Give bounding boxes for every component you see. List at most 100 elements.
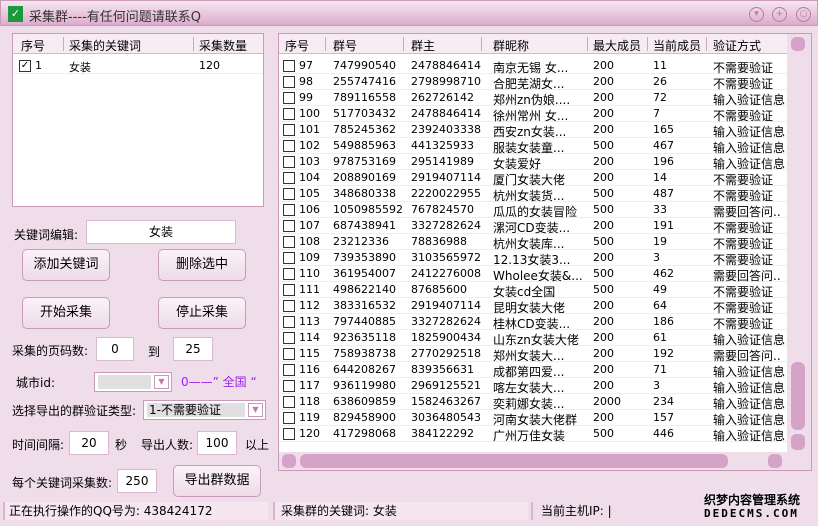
row-index: 101: [299, 123, 320, 136]
col-max-members[interactable]: 最大成员: [593, 37, 641, 54]
row-checkbox[interactable]: [283, 252, 295, 264]
row-index: 114: [299, 331, 320, 344]
owner: 2770292518: [411, 347, 481, 360]
scroll-right-button[interactable]: [768, 454, 782, 468]
group-row[interactable]: 109 739353890 3103565972 12.13女装3... 200 3 不需要…: [279, 250, 787, 267]
max-members: 200: [593, 171, 614, 184]
group-row[interactable]: 118 638609859 1582463267 奕莉娜女装... 2000 234 输入验…: [279, 394, 787, 411]
row-checkbox[interactable]: [283, 300, 295, 312]
group-row[interactable]: 120 417298068 384122292 广州万佳女装 500 446 输入验证信息: [279, 426, 787, 443]
col-group-name[interactable]: 群昵称: [493, 37, 529, 54]
scroll-up-button[interactable]: [791, 37, 805, 51]
group-row[interactable]: 98 255747416 2798998710 合肥芜湖女... 200 26 不需要验证: [279, 74, 787, 91]
row-checkbox[interactable]: [283, 60, 295, 72]
per-keyword-input[interactable]: 250: [117, 469, 157, 493]
verify-type-value: 1-不需要验证: [147, 403, 245, 417]
horizontal-scrollbar[interactable]: [279, 452, 811, 470]
row-checkbox[interactable]: [283, 284, 295, 296]
row-checkbox[interactable]: [283, 140, 295, 152]
group-row[interactable]: 106 1050985592 767824570 瓜瓜的女装冒险 500 33 需要回答问.…: [279, 202, 787, 219]
group-row[interactable]: 103 978753169 295141989 女装爱好 200 196 输入验证信息: [279, 154, 787, 171]
interval-input[interactable]: 20: [69, 431, 109, 455]
start-collect-button[interactable]: 开始采集: [22, 297, 110, 329]
export-count-input[interactable]: 100: [197, 431, 237, 455]
max-members: 200: [593, 347, 614, 360]
group-row[interactable]: 119 829458900 3036480543 河南女装大佬群 200 157 输入验证信…: [279, 410, 787, 427]
row-checkbox[interactable]: [283, 108, 295, 120]
row-checkbox[interactable]: [283, 204, 295, 216]
menu-dropdown-icon[interactable]: ▾: [749, 7, 764, 22]
row-checkbox[interactable]: [283, 156, 295, 168]
group-row[interactable]: 104 208890169 2919407114 厦门女装大佬 200 14 不需要验证: [279, 170, 787, 187]
scroll-left-button[interactable]: [282, 454, 296, 468]
keyword-checkbox[interactable]: ✓: [19, 60, 31, 72]
group-row[interactable]: 113 797440885 3327282624 桂林CD变装... 200 186 不需要…: [279, 314, 787, 331]
stop-collect-button[interactable]: 停止采集: [158, 297, 246, 329]
verify-type-select[interactable]: 1-不需要验证 ▼: [143, 400, 266, 420]
add-keyword-button[interactable]: 添加关键词: [22, 249, 110, 281]
row-checkbox[interactable]: [283, 332, 295, 344]
owner: 3327282624: [411, 219, 481, 232]
row-checkbox[interactable]: [283, 268, 295, 280]
horizontal-scroll-thumb[interactable]: [300, 454, 728, 468]
row-checkbox[interactable]: [283, 172, 295, 184]
minimize-icon[interactable]: +: [772, 7, 787, 22]
row-checkbox[interactable]: [283, 428, 295, 440]
row-checkbox[interactable]: [283, 236, 295, 248]
group-row[interactable]: 97 747990540 2478846414 南京无锡 女... 200 11 不需要验证: [279, 58, 787, 75]
row-checkbox[interactable]: [283, 124, 295, 136]
keyword-row[interactable]: ✓ 1 女装 120: [13, 58, 263, 74]
owner: 767824570: [411, 203, 474, 216]
row-checkbox[interactable]: [283, 364, 295, 376]
max-members: 200: [593, 315, 614, 328]
row-checkbox[interactable]: [283, 92, 295, 104]
row-checkbox[interactable]: [283, 316, 295, 328]
row-index: 106: [299, 203, 320, 216]
row-checkbox[interactable]: [283, 76, 295, 88]
row-checkbox[interactable]: [283, 396, 295, 408]
group-row[interactable]: 100 517703432 2478846414 徐州常州 女... 200 7 不需要验证: [279, 106, 787, 123]
page-to-input[interactable]: 25: [173, 337, 213, 361]
export-groups-button[interactable]: 导出群数据: [173, 465, 261, 497]
group-row[interactable]: 99 789116558 262726142 郑州zn伪娘.... 200 72 输入验证信…: [279, 90, 787, 107]
vertical-scrollbar[interactable]: [787, 34, 811, 454]
group-number: 417298068: [333, 427, 396, 440]
col-owner[interactable]: 群主: [411, 37, 435, 54]
group-row[interactable]: 111 498622140 87685600 女装cd全国 500 49 不需要验证: [279, 282, 787, 299]
row-checkbox[interactable]: [283, 380, 295, 392]
group-row[interactable]: 112 383316532 2919407114 昆明女装大佬 200 64 不需要验证: [279, 298, 787, 315]
col-index[interactable]: 序号: [285, 37, 309, 54]
current-members: 14: [653, 171, 667, 184]
col-group-number[interactable]: 群号: [333, 37, 357, 54]
owner: 1582463267: [411, 395, 481, 408]
group-row[interactable]: 102 549885963 441325933 服装女装童... 500 467 输入验证信…: [279, 138, 787, 155]
owner: 2919407114: [411, 299, 481, 312]
group-row[interactable]: 110 361954007 2412276008 Wholee女装&... 500 462…: [279, 266, 787, 283]
close-icon[interactable]: ○: [796, 7, 811, 22]
city-select[interactable]: ▼: [94, 372, 172, 392]
max-members: 500: [593, 203, 614, 216]
row-index: 103: [299, 155, 320, 168]
group-row[interactable]: 101 785245362 2392403338 西安zn女装... 200 165 输入验…: [279, 122, 787, 139]
group-number: 638609859: [333, 395, 396, 408]
keyword-edit-input[interactable]: 女装: [86, 220, 236, 244]
col-current-members[interactable]: 当前成员: [653, 37, 701, 54]
group-row[interactable]: 108 23212336 78836988 杭州女装库... 500 19 不需要验证: [279, 234, 787, 251]
group-row[interactable]: 114 923635118 1825900434 山东zn女装大佬 200 61 输入验证信…: [279, 330, 787, 347]
page-from-input[interactable]: 0: [96, 337, 134, 361]
vertical-scroll-thumb[interactable]: [791, 362, 805, 430]
row-checkbox[interactable]: [283, 188, 295, 200]
group-row[interactable]: 115 758938738 2770292518 郑州女装大... 200 192 需要回答…: [279, 346, 787, 363]
scroll-down-button[interactable]: [791, 434, 805, 450]
row-checkbox[interactable]: [283, 412, 295, 424]
group-row[interactable]: 117 936119980 2969125521 喀左女装大... 200 3 输入验证信息: [279, 378, 787, 395]
row-checkbox[interactable]: [283, 348, 295, 360]
keywords-table-header: 序号 采集的关键词 采集数量: [13, 34, 263, 54]
col-verify-method[interactable]: 验证方式: [713, 37, 761, 54]
delete-selected-button[interactable]: 删除选中: [158, 249, 246, 281]
group-row[interactable]: 105 348680338 2220022955 杭州女装货... 500 487 不需要验…: [279, 186, 787, 203]
row-checkbox[interactable]: [283, 220, 295, 232]
group-row[interactable]: 116 644208267 839356631 成都第四爱... 200 71 输入验证信息: [279, 362, 787, 379]
group-number: 1050985592: [333, 203, 403, 216]
group-row[interactable]: 107 687438941 3327282624 漯河CD变装... 200 191 不需要…: [279, 218, 787, 235]
